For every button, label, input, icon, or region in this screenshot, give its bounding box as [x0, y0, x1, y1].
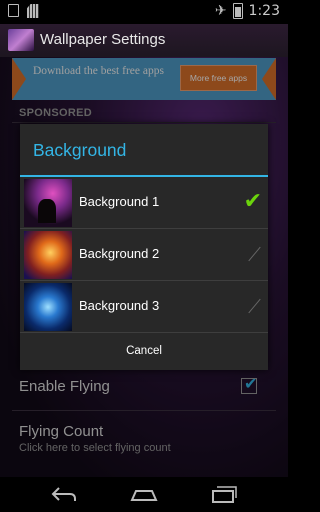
page-title: Wallpaper Settings — [40, 31, 166, 48]
app-icon[interactable] — [8, 29, 34, 51]
selected-check-icon[interactable]: ✔ — [244, 189, 262, 214]
dialog-title: Background — [33, 140, 127, 160]
app-bar: Wallpaper Settings — [0, 24, 288, 57]
back-icon[interactable] — [50, 483, 78, 505]
status-time: 1:23 — [248, 3, 280, 19]
background-option-label: Background 3 — [79, 298, 160, 313]
sd-card-icon — [27, 4, 39, 18]
background-1-thumbnail — [24, 179, 72, 227]
background-option-label: Background 1 — [79, 194, 160, 209]
background-option-1[interactable]: Background 1 ✔ — [20, 177, 268, 229]
system-icons: ✈ 1:23 — [215, 3, 280, 19]
background-option-label: Background 2 — [79, 246, 160, 261]
navigation-bar — [0, 477, 288, 512]
status-bar: ✈ 1:23 — [0, 0, 288, 24]
airplane-icon: ✈ — [214, 3, 227, 19]
unselected-check-icon[interactable] — [248, 299, 262, 313]
background-option-3[interactable]: Background 3 — [20, 281, 268, 333]
recent-apps-icon[interactable] — [210, 483, 238, 505]
unselected-check-icon[interactable] — [248, 247, 262, 261]
background-option-2[interactable]: Background 2 — [20, 229, 268, 281]
home-icon[interactable] — [130, 483, 158, 505]
cancel-button[interactable]: Cancel — [20, 333, 268, 370]
battery-icon — [232, 3, 243, 19]
background-2-thumbnail — [24, 231, 72, 279]
picture-icon — [8, 4, 19, 17]
background-dialog: Background Background 1 ✔ Background 2 B… — [20, 124, 268, 370]
notification-icons — [8, 4, 39, 18]
background-3-thumbnail — [24, 283, 72, 331]
